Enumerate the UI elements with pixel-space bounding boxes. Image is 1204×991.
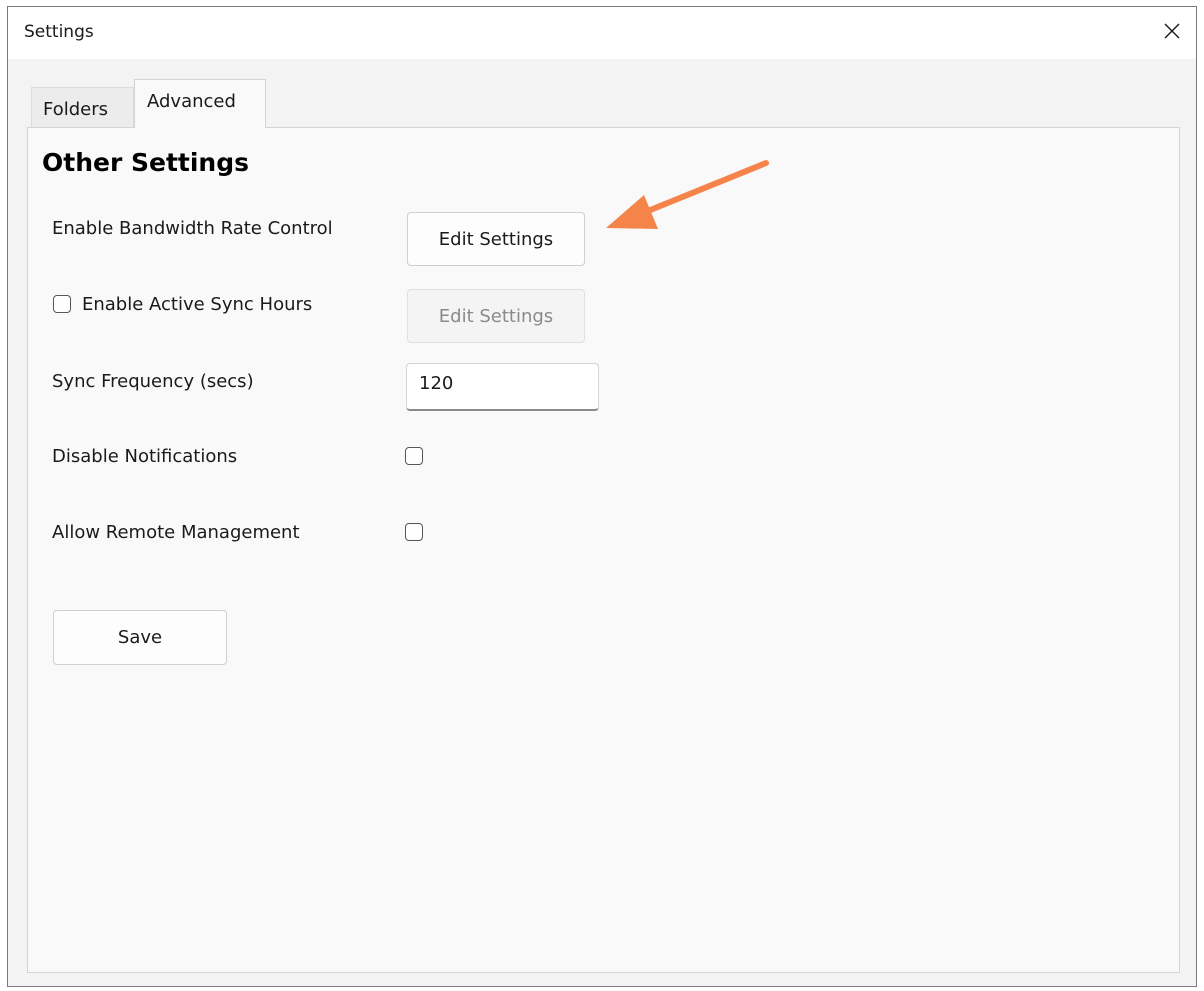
active-sync-edit-settings-button[interactable]: Edit Settings xyxy=(407,289,585,343)
close-button[interactable] xyxy=(1154,13,1190,49)
close-icon xyxy=(1164,23,1180,39)
active-sync-edit-settings-label: Edit Settings xyxy=(438,305,554,327)
settings-dialog: Settings Folders Advanced Other Settings… xyxy=(7,6,1197,987)
advanced-panel: Other Settings Enable Bandwidth Rate Con… xyxy=(27,127,1180,973)
bandwidth-edit-settings-button[interactable]: Edit Settings xyxy=(407,212,585,266)
sync-frequency-input[interactable]: 120 xyxy=(406,363,599,411)
disable-notifications-label: Disable Notifications xyxy=(52,446,238,467)
annotation-arrow-icon xyxy=(606,160,769,229)
window-title: Settings xyxy=(24,22,94,42)
remote-management-checkbox[interactable] xyxy=(405,523,423,541)
save-button-label: Save xyxy=(117,627,163,648)
tab-folders[interactable]: Folders xyxy=(31,87,134,128)
disable-notifications-checkbox[interactable] xyxy=(405,447,423,465)
tab-folders-label: Folders xyxy=(43,99,109,120)
active-sync-label: Enable Active Sync Hours xyxy=(82,294,313,315)
tab-advanced-label: Advanced xyxy=(147,91,236,112)
bandwidth-edit-settings-label: Edit Settings xyxy=(438,228,554,250)
section-title: Other Settings xyxy=(42,148,249,177)
save-button[interactable]: Save xyxy=(53,610,227,665)
active-sync-checkbox[interactable] xyxy=(53,295,71,313)
sync-frequency-label: Sync Frequency (secs) xyxy=(52,371,254,392)
title-bar: Settings xyxy=(8,7,1196,59)
tab-advanced[interactable]: Advanced xyxy=(134,79,266,128)
bandwidth-label: Enable Bandwidth Rate Control xyxy=(52,218,333,239)
remote-management-label: Allow Remote Management xyxy=(52,522,300,543)
